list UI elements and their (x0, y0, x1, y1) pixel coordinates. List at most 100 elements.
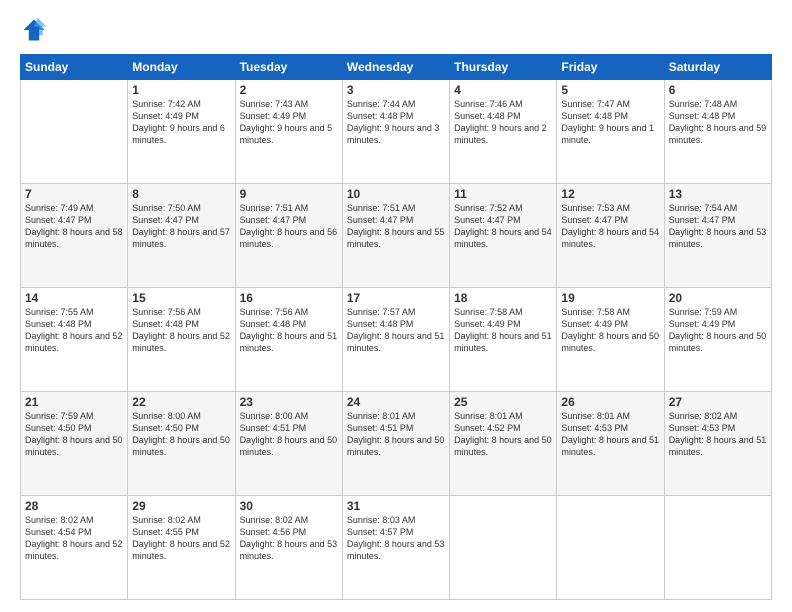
calendar-cell: 4Sunrise: 7:46 AM Sunset: 4:48 PM Daylig… (450, 80, 557, 184)
calendar-week-row: 28Sunrise: 8:02 AM Sunset: 4:54 PM Dayli… (21, 496, 772, 600)
day-info: Sunrise: 7:53 AM Sunset: 4:47 PM Dayligh… (561, 202, 659, 251)
day-info: Sunrise: 7:51 AM Sunset: 4:47 PM Dayligh… (347, 202, 445, 251)
day-number: 1 (132, 83, 230, 97)
day-info: Sunrise: 7:51 AM Sunset: 4:47 PM Dayligh… (240, 202, 338, 251)
day-info: Sunrise: 7:58 AM Sunset: 4:49 PM Dayligh… (454, 306, 552, 355)
day-info: Sunrise: 7:49 AM Sunset: 4:47 PM Dayligh… (25, 202, 123, 251)
calendar-cell: 8Sunrise: 7:50 AM Sunset: 4:47 PM Daylig… (128, 184, 235, 288)
day-header-thursday: Thursday (450, 55, 557, 80)
day-info: Sunrise: 8:03 AM Sunset: 4:57 PM Dayligh… (347, 514, 445, 563)
day-number: 30 (240, 499, 338, 513)
calendar-cell: 11Sunrise: 7:52 AM Sunset: 4:47 PM Dayli… (450, 184, 557, 288)
day-info: Sunrise: 7:43 AM Sunset: 4:49 PM Dayligh… (240, 98, 338, 147)
calendar-cell: 22Sunrise: 8:00 AM Sunset: 4:50 PM Dayli… (128, 392, 235, 496)
calendar-cell (664, 496, 771, 600)
day-number: 10 (347, 187, 445, 201)
calendar-cell: 1Sunrise: 7:42 AM Sunset: 4:49 PM Daylig… (128, 80, 235, 184)
calendar-cell: 20Sunrise: 7:59 AM Sunset: 4:49 PM Dayli… (664, 288, 771, 392)
calendar-cell (450, 496, 557, 600)
day-number: 4 (454, 83, 552, 97)
day-header-saturday: Saturday (664, 55, 771, 80)
day-number: 28 (25, 499, 123, 513)
calendar-cell: 18Sunrise: 7:58 AM Sunset: 4:49 PM Dayli… (450, 288, 557, 392)
day-info: Sunrise: 8:02 AM Sunset: 4:56 PM Dayligh… (240, 514, 338, 563)
day-info: Sunrise: 8:01 AM Sunset: 4:53 PM Dayligh… (561, 410, 659, 459)
calendar-cell: 24Sunrise: 8:01 AM Sunset: 4:51 PM Dayli… (342, 392, 449, 496)
day-info: Sunrise: 7:54 AM Sunset: 4:47 PM Dayligh… (669, 202, 767, 251)
day-number: 29 (132, 499, 230, 513)
day-info: Sunrise: 7:56 AM Sunset: 4:48 PM Dayligh… (240, 306, 338, 355)
day-number: 25 (454, 395, 552, 409)
day-info: Sunrise: 7:58 AM Sunset: 4:49 PM Dayligh… (561, 306, 659, 355)
day-info: Sunrise: 7:59 AM Sunset: 4:50 PM Dayligh… (25, 410, 123, 459)
calendar-cell: 27Sunrise: 8:02 AM Sunset: 4:53 PM Dayli… (664, 392, 771, 496)
calendar-cell: 10Sunrise: 7:51 AM Sunset: 4:47 PM Dayli… (342, 184, 449, 288)
calendar-header-row: SundayMondayTuesdayWednesdayThursdayFrid… (21, 55, 772, 80)
day-number: 5 (561, 83, 659, 97)
day-number: 23 (240, 395, 338, 409)
logo (20, 16, 52, 44)
day-number: 12 (561, 187, 659, 201)
calendar-cell: 16Sunrise: 7:56 AM Sunset: 4:48 PM Dayli… (235, 288, 342, 392)
day-info: Sunrise: 7:52 AM Sunset: 4:47 PM Dayligh… (454, 202, 552, 251)
day-info: Sunrise: 8:01 AM Sunset: 4:52 PM Dayligh… (454, 410, 552, 459)
page: SundayMondayTuesdayWednesdayThursdayFrid… (0, 0, 792, 612)
day-info: Sunrise: 7:44 AM Sunset: 4:48 PM Dayligh… (347, 98, 445, 147)
calendar-week-row: 14Sunrise: 7:55 AM Sunset: 4:48 PM Dayli… (21, 288, 772, 392)
day-number: 26 (561, 395, 659, 409)
calendar-cell: 9Sunrise: 7:51 AM Sunset: 4:47 PM Daylig… (235, 184, 342, 288)
calendar-cell: 21Sunrise: 7:59 AM Sunset: 4:50 PM Dayli… (21, 392, 128, 496)
calendar-cell: 28Sunrise: 8:02 AM Sunset: 4:54 PM Dayli… (21, 496, 128, 600)
day-info: Sunrise: 7:56 AM Sunset: 4:48 PM Dayligh… (132, 306, 230, 355)
calendar-week-row: 1Sunrise: 7:42 AM Sunset: 4:49 PM Daylig… (21, 80, 772, 184)
day-header-monday: Monday (128, 55, 235, 80)
day-info: Sunrise: 7:47 AM Sunset: 4:48 PM Dayligh… (561, 98, 659, 147)
calendar-cell: 14Sunrise: 7:55 AM Sunset: 4:48 PM Dayli… (21, 288, 128, 392)
day-number: 18 (454, 291, 552, 305)
day-number: 21 (25, 395, 123, 409)
day-number: 13 (669, 187, 767, 201)
day-number: 2 (240, 83, 338, 97)
day-number: 16 (240, 291, 338, 305)
day-info: Sunrise: 7:48 AM Sunset: 4:48 PM Dayligh… (669, 98, 767, 147)
day-info: Sunrise: 7:59 AM Sunset: 4:49 PM Dayligh… (669, 306, 767, 355)
calendar-cell: 30Sunrise: 8:02 AM Sunset: 4:56 PM Dayli… (235, 496, 342, 600)
calendar-cell: 12Sunrise: 7:53 AM Sunset: 4:47 PM Dayli… (557, 184, 664, 288)
day-number: 20 (669, 291, 767, 305)
day-number: 19 (561, 291, 659, 305)
day-info: Sunrise: 8:02 AM Sunset: 4:54 PM Dayligh… (25, 514, 123, 563)
day-header-wednesday: Wednesday (342, 55, 449, 80)
calendar-week-row: 7Sunrise: 7:49 AM Sunset: 4:47 PM Daylig… (21, 184, 772, 288)
day-number: 15 (132, 291, 230, 305)
day-number: 3 (347, 83, 445, 97)
day-info: Sunrise: 7:42 AM Sunset: 4:49 PM Dayligh… (132, 98, 230, 147)
calendar-cell: 3Sunrise: 7:44 AM Sunset: 4:48 PM Daylig… (342, 80, 449, 184)
day-info: Sunrise: 7:55 AM Sunset: 4:48 PM Dayligh… (25, 306, 123, 355)
calendar-cell: 29Sunrise: 8:02 AM Sunset: 4:55 PM Dayli… (128, 496, 235, 600)
day-number: 7 (25, 187, 123, 201)
calendar-cell: 13Sunrise: 7:54 AM Sunset: 4:47 PM Dayli… (664, 184, 771, 288)
calendar-cell: 23Sunrise: 8:00 AM Sunset: 4:51 PM Dayli… (235, 392, 342, 496)
day-header-friday: Friday (557, 55, 664, 80)
calendar-cell (557, 496, 664, 600)
calendar-cell: 2Sunrise: 7:43 AM Sunset: 4:49 PM Daylig… (235, 80, 342, 184)
day-number: 6 (669, 83, 767, 97)
day-number: 11 (454, 187, 552, 201)
day-number: 31 (347, 499, 445, 513)
day-info: Sunrise: 7:57 AM Sunset: 4:48 PM Dayligh… (347, 306, 445, 355)
calendar-cell (21, 80, 128, 184)
day-number: 27 (669, 395, 767, 409)
day-header-sunday: Sunday (21, 55, 128, 80)
day-number: 24 (347, 395, 445, 409)
calendar-cell: 6Sunrise: 7:48 AM Sunset: 4:48 PM Daylig… (664, 80, 771, 184)
day-info: Sunrise: 8:02 AM Sunset: 4:53 PM Dayligh… (669, 410, 767, 459)
day-number: 22 (132, 395, 230, 409)
calendar-cell: 31Sunrise: 8:03 AM Sunset: 4:57 PM Dayli… (342, 496, 449, 600)
calendar-cell: 17Sunrise: 7:57 AM Sunset: 4:48 PM Dayli… (342, 288, 449, 392)
day-header-tuesday: Tuesday (235, 55, 342, 80)
day-number: 14 (25, 291, 123, 305)
day-number: 17 (347, 291, 445, 305)
calendar-cell: 19Sunrise: 7:58 AM Sunset: 4:49 PM Dayli… (557, 288, 664, 392)
day-info: Sunrise: 8:00 AM Sunset: 4:50 PM Dayligh… (132, 410, 230, 459)
day-info: Sunrise: 7:50 AM Sunset: 4:47 PM Dayligh… (132, 202, 230, 251)
